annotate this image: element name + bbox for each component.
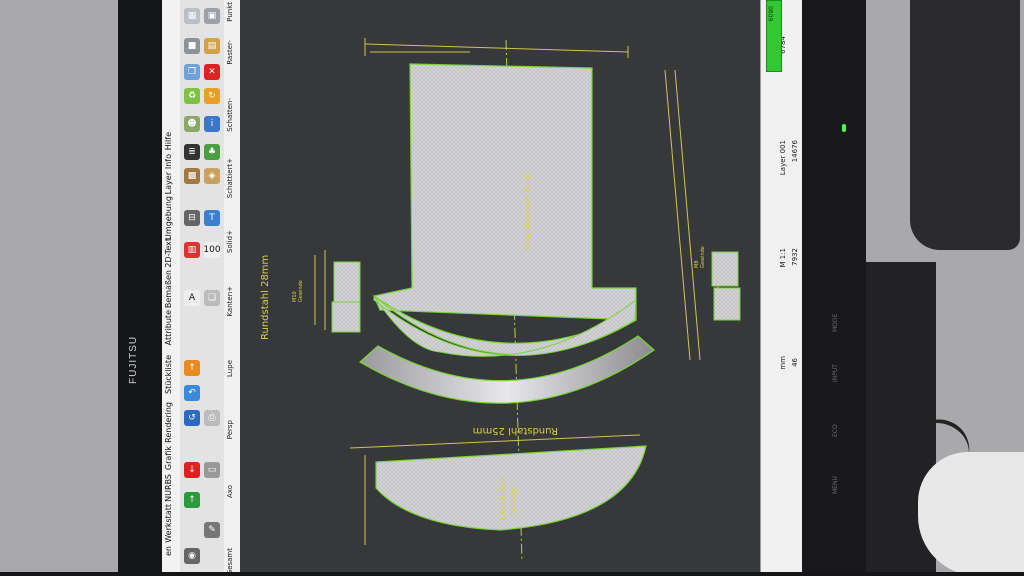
ruler-icon[interactable]: ⊟ [184, 210, 200, 226]
person-icon[interactable]: ☻ [184, 116, 200, 132]
monitor-mode-button[interactable]: MODE [832, 314, 842, 332]
view-solid-button[interactable]: Solid+ [226, 230, 238, 253]
menu-item-2d-text[interactable]: 2D-Text [164, 238, 178, 268]
menu-item-umgebung[interactable]: Umgebung [164, 196, 178, 240]
label-thread-gewinde-2: Gewinde [700, 246, 706, 268]
delete-x-icon[interactable]: ✕ [204, 64, 220, 80]
view-schatten-button[interactable]: Schatten- [226, 98, 238, 132]
power-led [842, 124, 846, 132]
menu-item-hilfe[interactable]: Hilfe [164, 132, 178, 150]
menu-item-grafik[interactable]: Grafik [164, 446, 178, 470]
monitor-input-button[interactable]: INPUT [832, 364, 842, 382]
layers-icon[interactable]: ◈ [204, 168, 220, 184]
view-axo-button[interactable]: Axo [226, 485, 238, 498]
thread-part-m10[interactable] [333, 261, 361, 303]
info-icon[interactable]: i [204, 116, 220, 132]
label-rundstahl-25: Rundstahl 25mm [473, 425, 558, 436]
view-kanten-button[interactable]: Kanten+ [226, 286, 238, 317]
attribute-atr-icon[interactable]: A [184, 290, 200, 306]
view-gesamt-button[interactable]: Gesamt [226, 548, 238, 572]
monitor-menu-button[interactable]: MENU [832, 476, 842, 494]
menu-item-bemassen[interactable]: Bemaßen [164, 270, 178, 308]
monitor-bezel-left [118, 0, 162, 576]
status-x-coordinate: 46 [791, 358, 799, 367]
save-icon[interactable]: ▭ [204, 462, 220, 478]
icon-toolbar: ▣ ▦ ▤ ■ ✕ ❐ ↻ ♻ i ☻ ♣ ≣ ◈ ▩ T ⊟ 100 ▥ ❏ … [180, 0, 225, 572]
main-body-part[interactable] [373, 63, 637, 321]
menu-item-layer[interactable]: Layer [164, 172, 178, 194]
view-raster-button[interactable]: Raster- [226, 40, 238, 65]
menu-item-werkstatt[interactable]: Werkstatt [164, 504, 178, 543]
label-thread-gewinde-1: Gewinde [298, 280, 304, 302]
view-lupe-button[interactable]: Lupe [226, 360, 238, 377]
drawing-canvas[interactable]: Rundstahl 28mm Rundstahl 25mm Grundkoerp… [240, 0, 760, 572]
dimension-100-icon[interactable]: 100 [203, 242, 221, 258]
thread-part-m8[interactable] [711, 251, 739, 287]
recycle-icon[interactable]: ♻ [184, 88, 200, 104]
view-label-bar: Gesamt Axo Persp Lupe Kanten+ Solid+ Sch… [224, 0, 241, 572]
view-punkt-button[interactable]: Punkt [226, 2, 238, 22]
computer-mouse [918, 452, 1024, 576]
arrow-curve-icon[interactable]: ↶ [184, 385, 200, 401]
menu-item-rendering[interactable]: Rendering [164, 402, 178, 443]
texture-icon[interactable]: ▩ [184, 168, 200, 184]
layer-stack-icon[interactable]: ≣ [184, 144, 200, 160]
documents-icon[interactable]: ❏ [204, 290, 220, 306]
cad-drawing: Rundstahl 28mm Rundstahl 25mm Grundkoerp… [260, 38, 741, 561]
colorbars-icon[interactable]: ▥ [184, 242, 200, 258]
upload-arrow-icon[interactable]: ↑ [184, 492, 200, 508]
menu-item-attribute[interactable]: Attribute [164, 310, 178, 345]
status-bar: mm M 1:1 Layer 001 6784 46 7932 14676 [760, 0, 802, 572]
label-deckblech: Deckblech [498, 478, 507, 520]
label-deckblech-size: Flach/mm [511, 485, 518, 515]
status-y-coordinate: 7932 [791, 248, 799, 266]
monitor-brand-logo: FUJITSU [128, 335, 139, 385]
view-persp-button[interactable]: Persp [226, 420, 238, 439]
menu-item-stueckliste[interactable]: Stückliste [164, 355, 178, 394]
label-center-body: Grundkoerper Form [523, 172, 532, 250]
download-arrow-icon[interactable]: ↓ [184, 462, 200, 478]
monitor-eco-button[interactable]: ECO [832, 424, 842, 438]
cube-icon[interactable]: ▣ [204, 8, 220, 24]
monitor-screen: en Werkstatt NURBS Grafik Rendering Stüc… [162, 0, 802, 572]
view-schattiert-button[interactable]: Schattiert+ [226, 158, 238, 198]
eye-icon[interactable]: ◉ [184, 548, 200, 564]
label-rundstahl-28: Rundstahl 28mm [260, 255, 271, 340]
thread-part-m8-lower[interactable] [713, 287, 741, 321]
menu-bar: en Werkstatt NURBS Grafik Rendering Stüc… [162, 0, 181, 572]
wrench-icon[interactable]: ✎ [204, 522, 220, 538]
text-t-icon[interactable]: T [204, 210, 220, 226]
undo-icon[interactable]: ↺ [184, 410, 200, 426]
menu-item-en[interactable]: en [164, 546, 178, 556]
status-green-value: 6090 [768, 6, 775, 22]
thread-part-m10-lower[interactable] [331, 301, 361, 333]
grid-icon[interactable]: ▦ [184, 8, 200, 24]
monitor-bezel-bottom [0, 572, 1024, 576]
print-icon[interactable]: ⎙ [204, 410, 220, 426]
cad-application: en Werkstatt NURBS Grafik Rendering Stüc… [162, 0, 802, 572]
menu-item-info[interactable]: Info [164, 154, 178, 169]
refresh-cycle-icon[interactable]: ↻ [204, 88, 220, 104]
brick-icon[interactable]: ▤ [204, 38, 220, 54]
status-z-coordinate: 14676 [791, 140, 799, 163]
arrow-up-icon[interactable]: ↑ [184, 360, 200, 376]
menu-item-nurbs[interactable]: NURBS [164, 474, 178, 502]
desk-object [910, 0, 1020, 250]
block-icon[interactable]: ■ [184, 38, 200, 54]
tree-icon[interactable]: ♣ [204, 144, 220, 160]
copy-icon[interactable]: ❐ [184, 64, 200, 80]
